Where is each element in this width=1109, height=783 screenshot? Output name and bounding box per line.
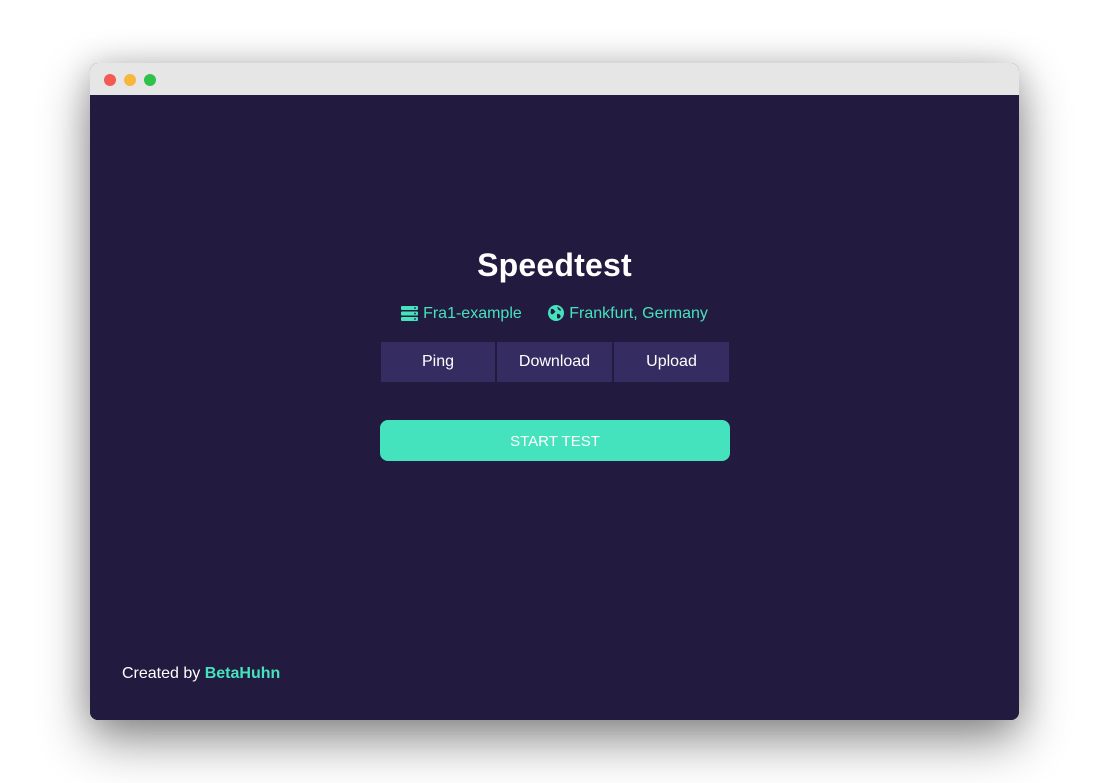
tab-ping[interactable]: Ping — [381, 342, 495, 382]
window-titlebar — [90, 63, 1019, 95]
app-content: Speedtest Fra1-example Frankfurt, German… — [90, 95, 1019, 720]
footer-credit: Created by BetaHuhn — [122, 665, 280, 683]
start-test-button[interactable]: START TEST — [380, 420, 730, 461]
globe-icon — [548, 305, 565, 321]
server-info: Fra1-example Frankfurt, Germany — [90, 305, 1019, 323]
server-icon — [401, 306, 419, 321]
close-window-button[interactable] — [104, 74, 116, 86]
tab-upload[interactable]: Upload — [614, 342, 729, 382]
page-title: Speedtest — [477, 247, 632, 283]
server-name: Fra1-example — [423, 305, 522, 322]
metric-tabs: Ping Download Upload — [381, 342, 729, 382]
author-link[interactable]: BetaHuhn — [205, 665, 281, 682]
app-window: Speedtest Fra1-example Frankfurt, German… — [90, 63, 1019, 720]
server-location-item: Frankfurt, Germany — [548, 305, 708, 323]
server-name-item: Fra1-example — [401, 305, 522, 323]
maximize-window-button[interactable] — [144, 74, 156, 86]
tab-download[interactable]: Download — [497, 342, 612, 382]
server-location: Frankfurt, Germany — [569, 305, 708, 322]
footer-prefix: Created by — [122, 665, 201, 682]
minimize-window-button[interactable] — [124, 74, 136, 86]
